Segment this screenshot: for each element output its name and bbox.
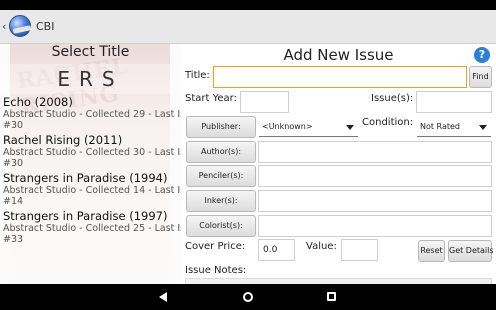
title-name: Strangers in Paradise (1997): [3, 209, 168, 223]
up-caret-icon[interactable]: ‹: [2, 20, 6, 33]
title-name: Rachel Rising (2011): [3, 133, 123, 147]
title-filter-text[interactable]: ERS: [0, 64, 181, 94]
value-label: Value:: [306, 241, 337, 252]
title-name: Strangers in Paradise (1994): [3, 171, 168, 185]
publisher-select[interactable]: <Unknown>: [259, 118, 358, 137]
title-list-item[interactable]: Echo (2008) Abstract Studio - Collected …: [0, 95, 181, 131]
colorists-input[interactable]: [258, 215, 492, 237]
status-bar: [0, 0, 496, 10]
title-subtitle: Abstract Studio - Collected 30 - Last Is…: [3, 147, 181, 158]
title-input[interactable]: [213, 66, 467, 88]
select-title-heading: Select Title: [51, 44, 130, 60]
title-last-issue: #33: [3, 234, 24, 245]
chevron-down-icon: [479, 125, 487, 130]
start-year-input[interactable]: [240, 91, 289, 113]
app-logo-icon[interactable]: [9, 15, 31, 37]
inkers-input[interactable]: [258, 190, 492, 212]
home-icon[interactable]: [243, 292, 253, 302]
authors-input[interactable]: [258, 141, 492, 163]
issues-input[interactable]: [416, 91, 492, 113]
chevron-down-icon: [346, 125, 354, 130]
title-list-item[interactable]: Strangers in Paradise (1997) Abstract St…: [0, 209, 181, 245]
publisher-button[interactable]: Publisher:: [186, 116, 256, 138]
get-details-button[interactable]: Get Details: [448, 240, 494, 262]
title-list: Echo (2008) Abstract Studio - Collected …: [0, 95, 181, 247]
action-bar: ‹ CBI: [0, 10, 496, 44]
title-subtitle: Abstract Studio - Collected 25 - Last Is…: [3, 223, 181, 234]
title-list-item[interactable]: Rachel Rising (2011) Abstract Studio - C…: [0, 133, 181, 169]
inkers-button[interactable]: Inker(s):: [186, 190, 256, 212]
title-list-item[interactable]: Strangers in Paradise (1994) Abstract St…: [0, 171, 181, 207]
add-issue-form: Add New Issue ? Title: Find Start Year: …: [181, 44, 496, 288]
app-title: CBI: [36, 20, 55, 33]
condition-label: Condition:: [362, 117, 414, 128]
authors-button[interactable]: Author(s):: [186, 141, 256, 163]
back-icon[interactable]: [159, 292, 167, 302]
condition-selected-value: Not Rated: [420, 122, 460, 131]
recents-icon[interactable]: [327, 292, 336, 301]
title-last-issue: #30: [3, 158, 24, 169]
colorists-button[interactable]: Colorist(s):: [186, 215, 256, 237]
title-subtitle: Abstract Studio - Collected 14 - Last Is…: [3, 185, 181, 196]
title-last-issue: #30: [3, 120, 24, 131]
pencilers-button[interactable]: Penciler(s):: [186, 165, 256, 187]
help-icon[interactable]: ?: [474, 47, 490, 63]
issues-label: Issue(s):: [371, 93, 414, 104]
cover-price-input[interactable]: 0.0: [258, 239, 295, 261]
title-selector-panel: RACHEL RISING Select Title ERS Echo (200…: [0, 44, 181, 284]
cover-price-label: Cover Price:: [185, 241, 246, 252]
reset-button[interactable]: Reset: [418, 240, 445, 262]
title-label: Title:: [185, 70, 210, 81]
pencilers-input[interactable]: [258, 165, 492, 187]
title-last-issue: #14: [3, 196, 24, 207]
title-selector-content: Select Title ERS Echo (2008) Abstract St…: [0, 44, 181, 284]
start-year-label: Start Year:: [185, 93, 237, 104]
title-subtitle: Abstract Studio - Collected 29 - Last Is…: [3, 109, 181, 120]
publisher-selected-value: <Unknown>: [262, 122, 313, 131]
find-button[interactable]: Find: [469, 66, 492, 88]
issue-notes-label: Issue Notes:: [185, 265, 247, 276]
navigation-bar: [0, 284, 496, 310]
value-input[interactable]: [341, 239, 378, 261]
title-name: Echo (2008): [3, 95, 73, 109]
form-heading: Add New Issue: [283, 46, 394, 64]
condition-select[interactable]: Not Rated: [417, 118, 491, 137]
